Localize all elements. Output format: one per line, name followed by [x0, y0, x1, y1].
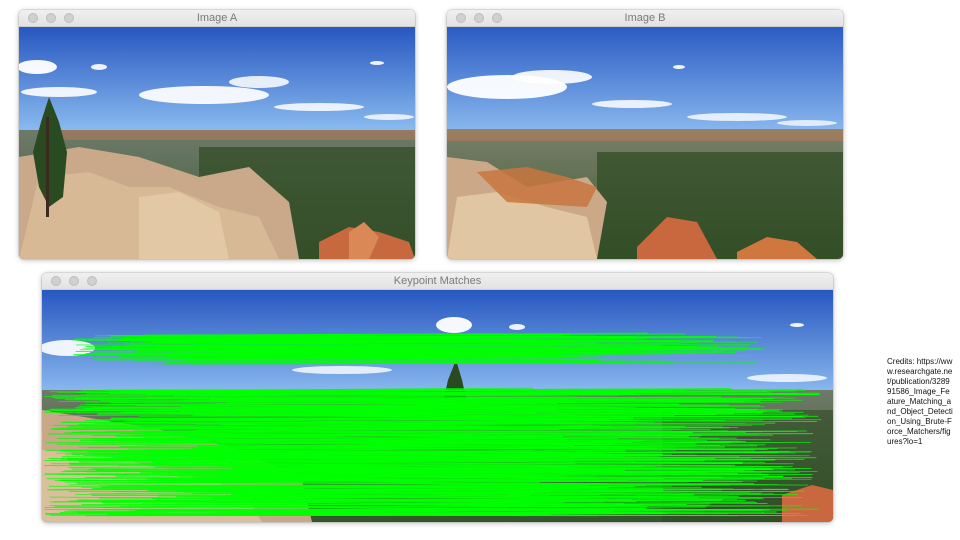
window-title: Image A [196, 12, 238, 24]
window-title: Image B [624, 12, 666, 24]
image-b-canvas [447, 27, 843, 259]
credits-text: Credits: https://www.researchgate.net/pu… [887, 357, 953, 446]
title-bar: Image A [19, 10, 415, 27]
title-bar: Image B [447, 10, 843, 27]
canyon-photo-a [19, 27, 415, 259]
image-b-window: Image B [447, 10, 843, 259]
canyon-photo-b [447, 27, 843, 259]
matches-visualization [42, 290, 833, 522]
image-a-canvas [19, 27, 415, 259]
matches-canvas [42, 290, 833, 522]
title-bar: Keypoint Matches [42, 273, 833, 290]
window-title: Keypoint Matches [393, 275, 482, 287]
keypoint-matches-window: Keypoint Matches [42, 273, 833, 522]
image-a-window: Image A [19, 10, 415, 259]
